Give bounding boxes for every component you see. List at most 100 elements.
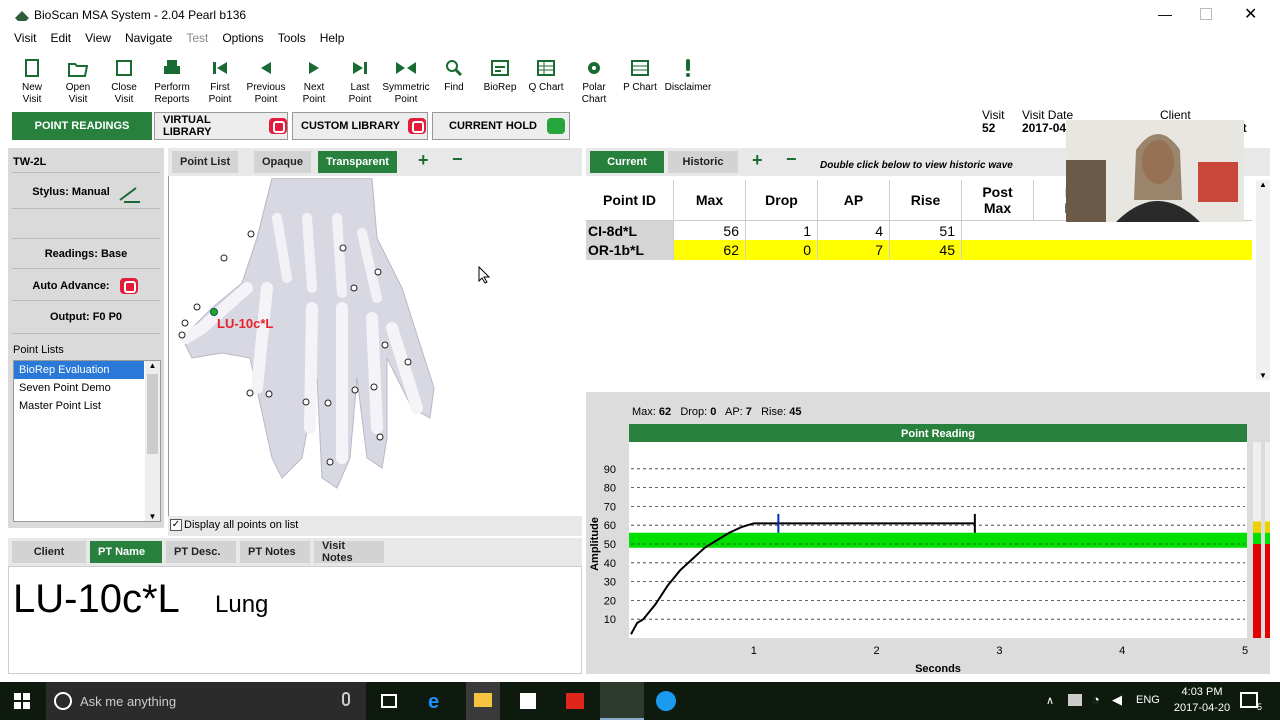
clock-date[interactable]: 2017-04-20: [1172, 702, 1232, 714]
toolbar-button-last-point[interactable]: Last Point: [336, 58, 384, 106]
stylus-icon[interactable]: [118, 184, 142, 207]
zoom-in-button[interactable]: +: [418, 150, 429, 171]
col-post-max[interactable]: Post Max: [962, 180, 1034, 220]
menu-view[interactable]: View: [85, 30, 111, 46]
table-row[interactable]: OR-1b*L 62 0 7 45: [586, 240, 1252, 260]
toolbar-button-new-visit[interactable]: New Visit: [8, 58, 56, 106]
acupoint-marker[interactable]: [326, 458, 334, 466]
wifi-icon[interactable]: ◔: [1092, 692, 1100, 707]
tab-virtual-library[interactable]: VIRTUAL LIBRARY: [154, 112, 288, 140]
toolbar-button-first-point[interactable]: First Point: [196, 58, 244, 106]
scroll-up-icon[interactable]: ▲: [145, 361, 160, 370]
clock-time[interactable]: 4:03 PM: [1176, 686, 1228, 698]
col-ap[interactable]: AP: [818, 180, 890, 220]
col-max[interactable]: Max: [674, 180, 746, 220]
zoom-out-button[interactable]: −: [452, 149, 463, 170]
toolbar-button-previous-point[interactable]: Previous Point: [242, 58, 290, 106]
close-window-button[interactable]: ✕: [1244, 4, 1257, 24]
edge-icon[interactable]: e: [428, 691, 439, 714]
toolbar-button-magnifier[interactable]: Find: [430, 58, 478, 94]
minimize-button[interactable]: —: [1158, 6, 1172, 22]
language-indicator[interactable]: ENG: [1136, 694, 1160, 706]
acupoint-marker[interactable]: [246, 389, 254, 397]
acupoint-marker[interactable]: [178, 331, 186, 339]
acupoint-marker[interactable]: [350, 284, 358, 292]
explorer-icon[interactable]: [466, 682, 500, 720]
acupoint-marker[interactable]: [370, 383, 378, 391]
add-reading-button[interactable]: +: [752, 150, 763, 171]
toolbar-button-symmetric-point[interactable]: Symmetric Point: [382, 58, 430, 106]
acupoint-marker[interactable]: [193, 303, 201, 311]
tab-current[interactable]: Current: [590, 151, 664, 173]
search-box[interactable]: Ask me anything: [46, 682, 366, 720]
tray-chevron-icon[interactable]: ∧: [1046, 694, 1054, 707]
selected-acupoint-marker[interactable]: [210, 308, 218, 316]
tab-pt-name[interactable]: PT Name: [90, 541, 162, 563]
menu-navigate[interactable]: Navigate: [125, 30, 172, 46]
acupoint-marker[interactable]: [265, 390, 273, 398]
bioscan-taskbar-icon[interactable]: [600, 682, 644, 720]
notification-icon[interactable]: 5: [1240, 692, 1262, 712]
col-drop[interactable]: Drop: [746, 180, 818, 220]
scroll-up-icon[interactable]: ▲: [1256, 180, 1270, 189]
tab-point-list[interactable]: Point List: [172, 151, 239, 173]
point-list-scrollbar[interactable]: ▲ ▼: [145, 361, 160, 521]
tab-pt-notes[interactable]: PT Notes: [240, 541, 310, 563]
acupoint-marker[interactable]: [339, 244, 347, 252]
toolbar-button-open-visit[interactable]: Open Visit: [54, 58, 102, 106]
acupoint-marker[interactable]: [324, 399, 332, 407]
toolbar-button-close-visit[interactable]: Close Visit: [100, 58, 148, 106]
toolbar-button-p-chart[interactable]: P Chart: [616, 58, 664, 94]
menu-tools[interactable]: Tools: [278, 30, 306, 46]
tab-historic[interactable]: Historic: [668, 151, 738, 173]
menu-edit[interactable]: Edit: [50, 30, 71, 46]
point-list-item[interactable]: Seven Point Demo: [14, 379, 144, 397]
maximize-button[interactable]: [1200, 8, 1212, 20]
acupoint-marker[interactable]: [181, 319, 189, 327]
meeting-icon[interactable]: [656, 691, 676, 711]
tab-custom-library[interactable]: CUSTOM LIBRARY: [292, 112, 428, 140]
auto-advance-toggle[interactable]: [120, 278, 138, 294]
tab-transparent[interactable]: Transparent: [318, 151, 397, 173]
display-all-checkbox[interactable]: ✓: [170, 519, 182, 531]
acupoint-marker[interactable]: [404, 358, 412, 366]
menu-help[interactable]: Help: [320, 30, 345, 46]
windows-start-icon[interactable]: [14, 693, 30, 712]
menu-test[interactable]: Test: [186, 30, 208, 46]
tab-current-hold[interactable]: CURRENT HOLD: [432, 112, 570, 140]
tab-visit-notes[interactable]: Visit Notes: [314, 540, 384, 564]
remove-reading-button[interactable]: −: [786, 149, 797, 170]
acrobat-icon[interactable]: [566, 693, 584, 709]
acupoint-marker[interactable]: [376, 433, 384, 441]
toolbar-button-q-chart[interactable]: Q Chart: [522, 58, 570, 94]
scroll-down-icon[interactable]: ▼: [1256, 371, 1270, 380]
tab-opaque[interactable]: Opaque: [254, 151, 311, 173]
toolbar-button-exclamation[interactable]: Disclaimer: [664, 58, 712, 94]
acupoint-marker[interactable]: [351, 386, 359, 394]
table-row[interactable]: CI-8d*L 56 1 4 51: [586, 220, 1252, 241]
toolbar-button-biorep[interactable]: BioRep: [476, 58, 524, 94]
scroll-down-icon[interactable]: ▼: [145, 512, 160, 521]
acupoint-marker[interactable]: [374, 268, 382, 276]
point-list-item[interactable]: Master Point List: [14, 397, 144, 415]
acupoint-marker[interactable]: [247, 230, 255, 238]
toolbar-button-gear[interactable]: Polar Chart: [570, 58, 618, 106]
acupoint-marker[interactable]: [220, 254, 228, 262]
menu-visit[interactable]: Visit: [14, 30, 36, 46]
toolbar-button-printer[interactable]: Perform Reports: [148, 58, 196, 106]
volume-icon[interactable]: ◀: [1112, 692, 1122, 708]
toolbar-button-next-point[interactable]: Next Point: [290, 58, 338, 106]
acupoint-marker[interactable]: [381, 341, 389, 349]
microphone-icon[interactable]: [342, 692, 350, 706]
battery-icon[interactable]: [1068, 694, 1082, 706]
menu-options[interactable]: Options: [222, 30, 263, 46]
point-reading-chart[interactable]: Point Reading 10 20 30 40 50 60 70 80 90 1 2 3 4 5 Seco…: [586, 420, 1270, 674]
table-scrollbar[interactable]: ▲ ▼: [1256, 180, 1270, 380]
col-point-id[interactable]: Point ID: [586, 180, 674, 220]
task-view-icon[interactable]: [381, 694, 397, 708]
store-icon[interactable]: [520, 693, 536, 709]
acupoint-marker[interactable]: [302, 398, 310, 406]
point-list-item[interactable]: BioRep Evaluation: [14, 361, 144, 379]
tab-pt-desc[interactable]: PT Desc.: [166, 541, 236, 563]
col-rise[interactable]: Rise: [890, 180, 962, 220]
